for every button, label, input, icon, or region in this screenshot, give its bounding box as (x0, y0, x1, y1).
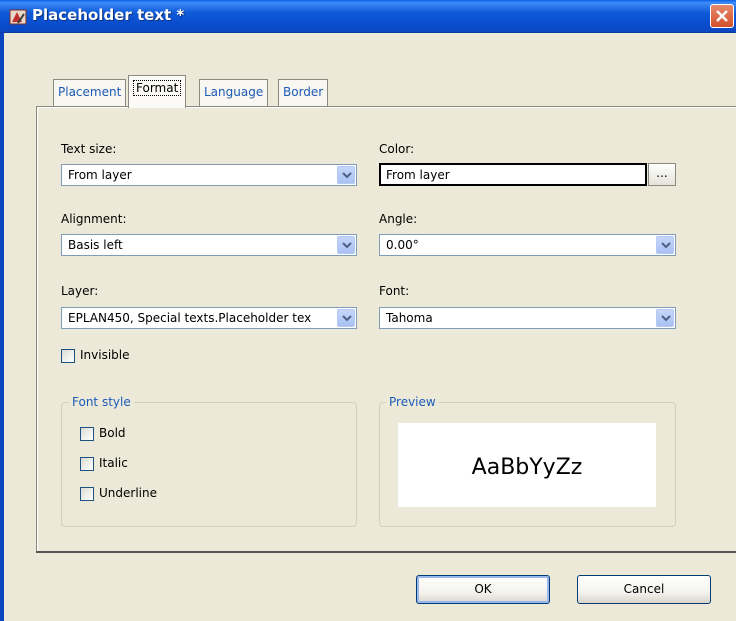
tab-language[interactable]: Language (199, 79, 269, 107)
chevron-down-icon[interactable] (656, 309, 674, 327)
tab-border[interactable]: Border (278, 79, 329, 107)
preview-area: AaBbYyZz (398, 423, 656, 507)
tab-format[interactable]: Format (128, 75, 187, 108)
color-browse-button[interactable]: ... (648, 163, 676, 186)
invisible-label[interactable]: Invisible (80, 348, 130, 362)
alignment-value: Basis left (68, 238, 123, 252)
chevron-down-icon[interactable] (337, 166, 355, 184)
angle-value: 0.00° (386, 238, 419, 252)
title-bar[interactable]: Placeholder text * (0, 0, 736, 33)
bold-label[interactable]: Bold (99, 426, 126, 440)
ok-button[interactable]: OK (416, 575, 550, 604)
alignment-dropdown[interactable]: Basis left (61, 234, 357, 256)
dialog-window: Placeholder text * Placement Format Lang… (0, 0, 736, 621)
font-value: Tahoma (386, 311, 433, 325)
preview-legend: Preview (386, 395, 439, 409)
layer-dropdown[interactable]: EPLAN450, Special texts.Placeholder tex (61, 307, 357, 329)
angle-dropdown[interactable]: 0.00° (379, 234, 676, 256)
text-size-value: From layer (68, 168, 132, 182)
color-field[interactable]: From layer (379, 163, 647, 186)
placeholder-text-icon (9, 8, 27, 26)
italic-label[interactable]: Italic (99, 456, 128, 470)
italic-checkbox[interactable] (80, 457, 94, 471)
underline-label[interactable]: Underline (99, 486, 157, 500)
cancel-button[interactable]: Cancel (577, 575, 711, 604)
chevron-down-icon[interactable] (337, 236, 355, 254)
window-title: Placeholder text * (32, 6, 185, 24)
layer-value: EPLAN450, Special texts.Placeholder tex (68, 311, 312, 325)
font-style-legend: Font style (69, 395, 134, 409)
tab-placement[interactable]: Placement (53, 79, 127, 107)
invisible-checkbox[interactable] (61, 349, 75, 363)
underline-checkbox[interactable] (80, 487, 94, 501)
color-label: Color: (379, 142, 415, 156)
chevron-down-icon[interactable] (656, 236, 674, 254)
font-dropdown[interactable]: Tahoma (379, 307, 676, 329)
layer-label: Layer: (61, 284, 99, 298)
font-label: Font: (379, 284, 410, 298)
close-button[interactable] (710, 4, 734, 28)
color-value: From layer (386, 168, 450, 182)
text-size-label: Text size: (61, 142, 117, 156)
preview-sample-text: AaBbYyZz (471, 455, 583, 480)
text-size-dropdown[interactable]: From layer (61, 164, 357, 186)
alignment-label: Alignment: (61, 212, 127, 226)
chevron-down-icon[interactable] (337, 309, 355, 327)
panel-divider (36, 551, 736, 553)
bold-checkbox[interactable] (80, 427, 94, 441)
window-border (0, 33, 4, 621)
angle-label: Angle: (379, 212, 418, 226)
close-icon (716, 10, 728, 22)
